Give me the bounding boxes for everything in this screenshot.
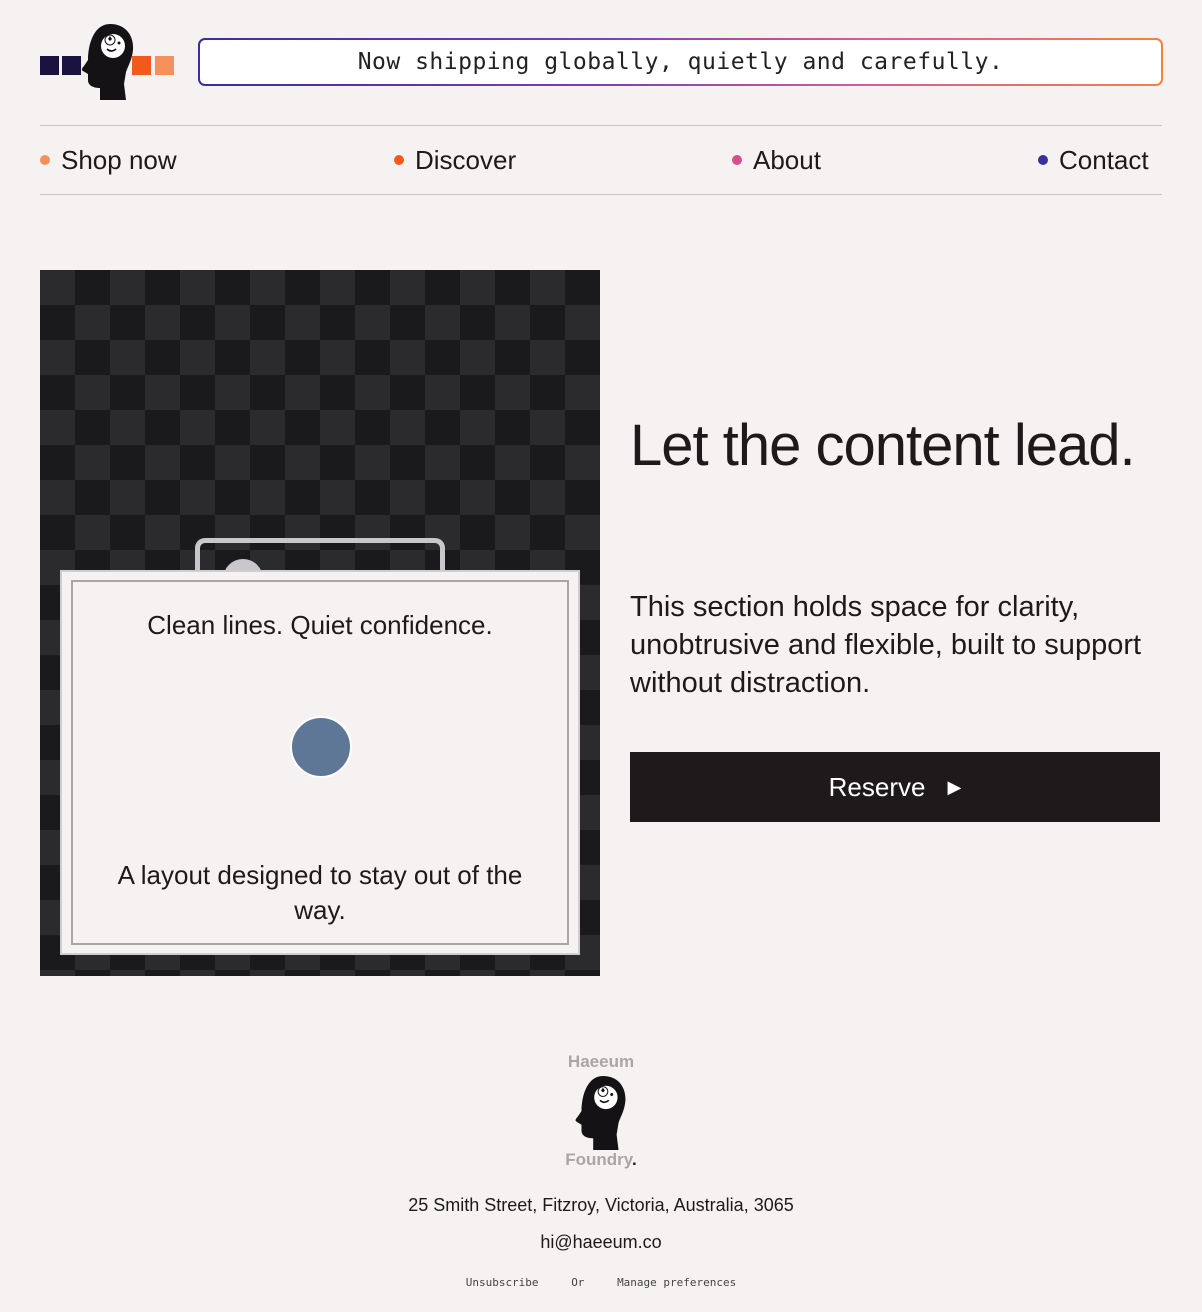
nav-item-about[interactable]: About bbox=[732, 126, 821, 194]
nav-dot-icon bbox=[1038, 155, 1048, 165]
feature-card-title: Clean lines. Quiet confidence. bbox=[147, 610, 493, 640]
main-nav: Shop now Discover About Contact bbox=[40, 125, 1162, 195]
footer-logo-word-bottom: Foundry. bbox=[558, 1150, 644, 1170]
footer-logo-word-bottom-text: Foundry bbox=[565, 1150, 632, 1169]
header: Now shipping globally, quietly and caref… bbox=[40, 22, 1163, 102]
nav-item-label: Contact bbox=[1059, 144, 1149, 175]
nav-item-label: Discover bbox=[415, 144, 517, 175]
logo-square bbox=[155, 56, 174, 75]
nav-item-label: Shop now bbox=[61, 144, 177, 175]
manage-preferences-link[interactable]: Manage preferences bbox=[617, 1276, 736, 1289]
head-silhouette-icon bbox=[575, 1075, 626, 1151]
logo-square bbox=[40, 56, 59, 75]
nav-dot-icon bbox=[40, 155, 50, 165]
brand-logo[interactable] bbox=[40, 22, 176, 102]
reserve-button[interactable]: Reserve ▶ bbox=[630, 752, 1160, 822]
hero-body-text: This section holds space for clarity, un… bbox=[630, 591, 1142, 699]
nav-item-shop-now[interactable]: Shop now bbox=[40, 126, 177, 194]
feature-card-dot bbox=[290, 716, 352, 778]
announcement-text: Now shipping globally, quietly and caref… bbox=[200, 40, 1161, 84]
feature-card-frame: Clean lines. Quiet confidence. A layout … bbox=[71, 580, 569, 945]
nav-item-label: About bbox=[753, 144, 821, 175]
feature-card: Clean lines. Quiet confidence. A layout … bbox=[60, 570, 580, 955]
logo-square bbox=[62, 56, 81, 75]
announcement-banner: Now shipping globally, quietly and caref… bbox=[198, 38, 1163, 86]
hero-heading: Let the content lead. bbox=[630, 413, 1136, 478]
play-arrow-icon: ▶ bbox=[947, 776, 962, 797]
footer-logo[interactable]: Haeeum Foundry. bbox=[558, 1050, 644, 1174]
hero-image: Clean lines. Quiet confidence. A layout … bbox=[40, 270, 600, 976]
footer-logo-word-top: Haeeum bbox=[567, 1052, 635, 1071]
nav-item-discover[interactable]: Discover bbox=[394, 126, 516, 194]
unsubscribe-link[interactable]: Unsubscribe bbox=[466, 1276, 539, 1289]
footer-address: 25 Smith Street, Fitzroy, Victoria, Aust… bbox=[408, 1195, 794, 1215]
footer-logo-period: . bbox=[632, 1150, 637, 1169]
legal-separator: Or bbox=[571, 1276, 585, 1289]
footer-legal-links: Unsubscribe Or Manage preferences bbox=[0, 1276, 1202, 1289]
head-silhouette-icon bbox=[81, 24, 134, 100]
reserve-button-label: Reserve bbox=[828, 771, 926, 802]
feature-card-caption: A layout designed to stay out of the way… bbox=[117, 860, 523, 925]
nav-item-contact[interactable]: Contact bbox=[1038, 126, 1149, 194]
footer-email-link[interactable]: hi@haeeum.co bbox=[0, 1232, 1202, 1253]
nav-dot-icon bbox=[394, 155, 404, 165]
nav-dot-icon bbox=[732, 155, 742, 165]
